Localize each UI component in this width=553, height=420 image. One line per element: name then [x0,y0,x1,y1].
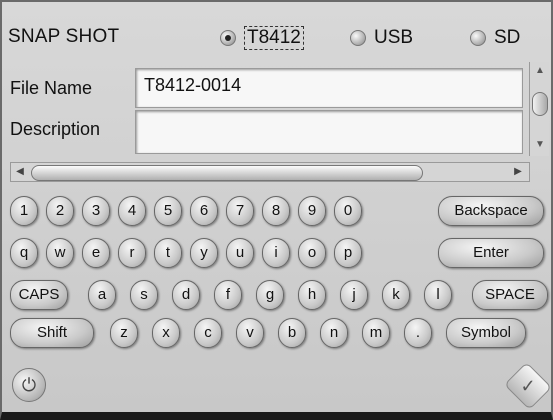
key-z[interactable]: z [110,318,138,348]
key-b[interactable]: b [278,318,306,348]
key-9[interactable]: 9 [298,196,326,226]
key-r[interactable]: r [118,238,146,268]
description-label: Description [10,119,101,139]
key-2[interactable]: 2 [46,196,74,226]
radio-selected-icon [220,30,236,46]
description-field[interactable] [135,110,523,154]
key-j[interactable]: j [340,280,368,310]
checkmark-icon[interactable]: ✓ [503,361,553,411]
radio-option-label: SD [494,27,521,48]
key-m[interactable]: m [362,318,390,348]
snapshot-screen: SNAP SHOT T8412 USB SD File Name T8412-0… [0,0,553,420]
key-c[interactable]: c [194,318,222,348]
file-name-field[interactable]: T8412-0014 [135,68,523,108]
arrow-right-icon[interactable]: ▶ [511,165,525,179]
vertical-scrollbar[interactable]: ▲ ▼ [529,62,549,156]
radio-option-label: T8412 [244,26,304,50]
radio-option-label: USB [374,27,414,48]
vertical-scroll-thumb[interactable] [532,92,548,116]
key-x[interactable]: x [152,318,180,348]
symbol-key[interactable]: Symbol [446,318,526,348]
key-3[interactable]: 3 [82,196,110,226]
key-a[interactable]: a [88,280,116,310]
key-g[interactable]: g [256,280,284,310]
header: SNAP SHOT T8412 USB SD [2,16,551,56]
key-0[interactable]: 0 [334,196,362,226]
key-6[interactable]: 6 [190,196,218,226]
power-icon[interactable]: ⏻ [12,368,46,402]
enter-key[interactable]: Enter [438,238,544,268]
key-w[interactable]: w [46,238,74,268]
key-s[interactable]: s [130,280,158,310]
key-k[interactable]: k [382,280,410,310]
key-y[interactable]: y [190,238,218,268]
caps-key[interactable]: CAPS [10,280,68,310]
key-p[interactable]: p [334,238,362,268]
backspace-key[interactable]: Backspace [438,196,544,226]
key-5[interactable]: 5 [154,196,182,226]
key-u[interactable]: u [226,238,254,268]
arrow-left-icon[interactable]: ◀ [13,165,27,179]
horizontal-scroll-thumb[interactable] [31,165,423,181]
arrow-up-icon[interactable]: ▲ [533,64,547,78]
radio-icon [350,30,366,46]
radio-option-t8412[interactable]: T8412 [220,24,304,52]
file-name-label: File Name [10,78,93,98]
radio-icon [470,30,486,46]
key-d[interactable]: d [172,280,200,310]
key-t[interactable]: t [154,238,182,268]
key-period[interactable]: . [404,318,432,348]
key-h[interactable]: h [298,280,326,310]
space-key[interactable]: SPACE [472,280,548,310]
page-title: SNAP SHOT [8,26,120,47]
key-e[interactable]: e [82,238,110,268]
key-i[interactable]: i [262,238,290,268]
radio-option-sd[interactable]: SD [470,24,520,52]
radio-option-usb[interactable]: USB [350,24,413,52]
key-q[interactable]: q [10,238,38,268]
key-o[interactable]: o [298,238,326,268]
key-f[interactable]: f [214,280,242,310]
arrow-down-icon[interactable]: ▼ [533,138,547,152]
key-4[interactable]: 4 [118,196,146,226]
key-1[interactable]: 1 [10,196,38,226]
horizontal-scrollbar[interactable]: ◀ ▶ [10,162,530,182]
key-8[interactable]: 8 [262,196,290,226]
key-n[interactable]: n [320,318,348,348]
key-l[interactable]: l [424,280,452,310]
shift-key[interactable]: Shift [10,318,94,348]
key-7[interactable]: 7 [226,196,254,226]
key-v[interactable]: v [236,318,264,348]
